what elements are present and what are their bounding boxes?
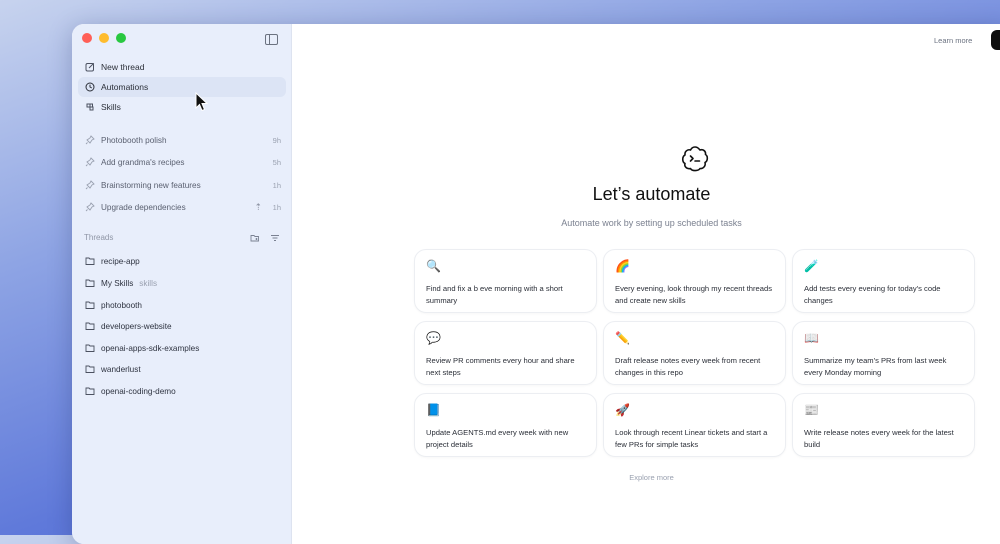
automation-suggestion-card[interactable]: 📰 Write release notes every week for the… xyxy=(792,393,975,457)
nav-automations[interactable]: Automations xyxy=(78,77,286,97)
pin-icon xyxy=(85,180,95,190)
mouse-cursor-icon xyxy=(195,92,209,112)
pinned-age: 5h xyxy=(272,157,281,167)
pin-icon xyxy=(85,135,95,145)
rainbow-icon: 🌈 xyxy=(615,259,630,273)
open-book-icon: 📖 xyxy=(804,331,819,345)
pin-icon xyxy=(85,202,95,212)
card-text: Look through recent Linear tickets and s… xyxy=(615,428,768,449)
folder-label: developers-website xyxy=(101,321,172,331)
pinned-thread-item[interactable]: Add grandma's recipes 5h xyxy=(78,152,286,172)
folder-label: wanderlust xyxy=(101,364,141,374)
pinned-label: Upgrade dependencies xyxy=(101,202,186,212)
pinned-thread-item[interactable]: Upgrade dependencies ⇡ 1h xyxy=(78,197,286,217)
test-tube-icon: 🧪 xyxy=(804,259,819,273)
card-text: Every evening, look through my recent th… xyxy=(615,284,773,305)
automation-suggestion-card[interactable]: 📘 Update AGENTS.md every week with new p… xyxy=(414,393,597,457)
thread-folder-item[interactable]: openai-coding-demo xyxy=(78,381,286,401)
card-text: Add tests every evening for today's code… xyxy=(804,284,941,305)
automation-suggestion-card[interactable]: 🧪 Add tests every evening for today's co… xyxy=(792,249,975,313)
card-text: Draft release notes every week from rece… xyxy=(615,356,761,377)
page-subtitle: Automate work by setting up scheduled ta… xyxy=(561,218,742,228)
folder-icon xyxy=(85,322,95,330)
filter-icon[interactable] xyxy=(270,233,280,243)
folder-icon xyxy=(85,257,95,265)
automation-suggestion-card[interactable]: 🔍 Find and fix a b eve morning with a sh… xyxy=(414,249,597,313)
header-action-button[interactable] xyxy=(991,30,1000,50)
edit-icon xyxy=(85,62,95,72)
card-text: Review PR comments every hour and share … xyxy=(426,356,575,377)
folder-icon xyxy=(85,344,95,352)
pinned-age: 1h xyxy=(272,202,281,212)
explore-more-link[interactable]: Explore more xyxy=(291,473,1000,482)
thread-folder-item[interactable]: recipe-app xyxy=(78,251,286,271)
blue-book-icon: 📘 xyxy=(426,403,441,417)
card-text: Find and fix a b eve morning with a shor… xyxy=(426,284,563,305)
automation-suggestion-card[interactable]: 🚀 Look through recent Linear tickets and… xyxy=(603,393,786,457)
app-window: New thread Automations Skills Photobooth… xyxy=(72,24,1000,544)
nav-label: Automations xyxy=(101,82,149,92)
nav-label: Skills xyxy=(101,102,121,112)
zoom-window-button[interactable] xyxy=(116,33,126,43)
page-title: Let’s automate xyxy=(592,184,711,204)
pinned-label: Photobooth polish xyxy=(101,135,167,145)
folder-label: openai-coding-demo xyxy=(101,386,176,396)
speech-bubble-icon: 💬 xyxy=(426,331,441,345)
pinned-label: Brainstorming new features xyxy=(101,180,201,190)
pinned-label: Add grandma's recipes xyxy=(101,157,185,167)
terminal-cloud-icon xyxy=(681,146,709,172)
pinned-age: 9h xyxy=(272,135,281,145)
pinned-thread-item[interactable]: Brainstorming new features 1h xyxy=(78,175,286,195)
automation-suggestion-card[interactable]: 🌈 Every evening, look through my recent … xyxy=(603,249,786,313)
clock-icon xyxy=(85,82,95,92)
sidebar: New thread Automations Skills Photobooth… xyxy=(72,24,292,544)
folder-icon xyxy=(85,387,95,395)
folder-label: photobooth xyxy=(101,300,142,310)
automation-suggestion-card[interactable]: ✏️ Draft release notes every week from r… xyxy=(603,321,786,385)
threads-section-title: Threads xyxy=(84,233,114,242)
folder-sublabel: skills xyxy=(139,278,158,288)
folder-label: openai-apps-sdk-examples xyxy=(101,343,200,353)
skills-icon xyxy=(85,102,95,112)
card-text: Summarize my team's PRs from last week e… xyxy=(804,356,947,377)
learn-more-link[interactable]: Learn more xyxy=(934,36,972,45)
nav-label: New thread xyxy=(101,62,145,72)
pin-icon xyxy=(85,157,95,167)
folder-icon xyxy=(85,365,95,373)
nav-skills[interactable]: Skills xyxy=(78,97,286,117)
thread-folder-item[interactable]: openai-apps-sdk-examples xyxy=(78,338,286,358)
folder-icon xyxy=(85,279,95,287)
pinned-age: 1h xyxy=(272,180,281,190)
close-window-button[interactable] xyxy=(82,33,92,43)
automation-suggestion-card[interactable]: 💬 Review PR comments every hour and shar… xyxy=(414,321,597,385)
thread-folder-item[interactable]: photobooth xyxy=(78,295,286,315)
minimize-window-button[interactable] xyxy=(99,33,109,43)
thread-folder-item[interactable]: My Skills skills xyxy=(78,273,286,293)
sidebar-toggle-icon[interactable] xyxy=(265,34,278,45)
folder-icon xyxy=(85,301,95,309)
thread-folder-item[interactable]: wanderlust xyxy=(78,359,286,379)
branch-icon: ⇡ xyxy=(254,201,262,212)
automation-suggestion-card[interactable]: 📖 Summarize my team's PRs from last week… xyxy=(792,321,975,385)
new-folder-icon[interactable] xyxy=(250,233,260,243)
card-text: Write release notes every week for the l… xyxy=(804,428,954,449)
rocket-icon: 🚀 xyxy=(615,403,630,417)
folder-label: My Skills xyxy=(101,278,134,288)
folder-label: recipe-app xyxy=(101,256,140,266)
pencil-icon: ✏️ xyxy=(615,331,630,345)
thread-folder-item[interactable]: developers-website xyxy=(78,316,286,336)
card-text: Update AGENTS.md every week with new pro… xyxy=(426,428,569,449)
main-panel: Let’s automate Automate work by setting … xyxy=(291,24,1000,544)
newspaper-icon: 📰 xyxy=(804,403,819,417)
nav-new-thread[interactable]: New thread xyxy=(78,57,286,77)
pinned-thread-item[interactable]: Photobooth polish 9h xyxy=(78,130,286,150)
window-controls xyxy=(82,33,126,43)
magnifier-icon: 🔍 xyxy=(426,259,441,273)
